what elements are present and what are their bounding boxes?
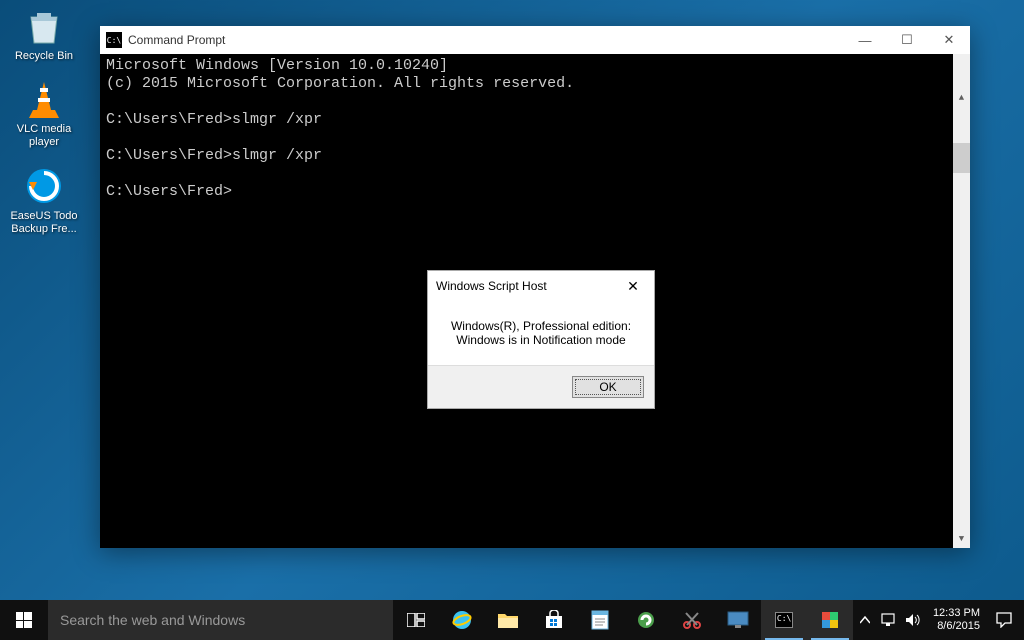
network-icon: [881, 613, 897, 627]
taskbar-clock[interactable]: 12:33 PM 8/6/2015: [925, 607, 988, 633]
dialog-footer: OK: [428, 365, 654, 408]
dialog-close-button[interactable]: ✕: [620, 273, 646, 299]
scroll-down-arrow-icon[interactable]: ▼: [953, 531, 970, 548]
task-view-button[interactable]: [393, 600, 439, 640]
search-input[interactable]: Search the web and Windows: [48, 600, 393, 640]
notification-icon: [996, 612, 1012, 628]
chevron-up-icon: [860, 616, 870, 624]
cmd-titlebar[interactable]: C:\ Command Prompt — ☐ ✕: [100, 26, 970, 54]
cmd-scrollbar[interactable]: ▲ ▼: [953, 54, 970, 548]
taskbar-app-explorer[interactable]: [485, 600, 531, 640]
dialog-title-text: Windows Script Host: [436, 279, 547, 293]
desktop-icons: Recycle Bin VLC media player EaseUS Todo…: [8, 5, 80, 236]
store-icon: [544, 610, 564, 630]
folder-icon: [497, 611, 519, 629]
cmd-app-icon: C:\: [106, 32, 122, 48]
scissors-icon: [682, 610, 702, 630]
task-view-icon: [407, 613, 425, 627]
taskbar-apps: C:\: [393, 600, 853, 640]
maximize-button[interactable]: ☐: [886, 26, 928, 54]
desktop-icon-label: EaseUS Todo Backup Fre...: [8, 210, 80, 236]
desktop-icon-vlc[interactable]: VLC media player: [8, 78, 80, 149]
scroll-up-arrow-icon[interactable]: ▲: [953, 90, 970, 107]
taskbar: Search the web and Windows C:\: [0, 600, 1024, 640]
notepad-icon: [591, 610, 609, 630]
cmd-title: Command Prompt: [128, 33, 225, 47]
start-button[interactable]: [0, 600, 48, 640]
taskbar-app-wsh[interactable]: [807, 600, 853, 640]
desktop-icon-easeus[interactable]: EaseUS Todo Backup Fre...: [8, 165, 80, 236]
clock-date: 8/6/2015: [933, 620, 980, 633]
desktop-icon-label: VLC media player: [8, 123, 80, 149]
cmd-icon: C:\: [775, 612, 793, 628]
taskbar-app-display[interactable]: [715, 600, 761, 640]
speaker-icon: [905, 613, 921, 627]
desktop-icon-label: Recycle Bin: [15, 50, 73, 63]
tray-show-hidden-icon[interactable]: [853, 600, 877, 640]
dialog-body: Windows(R), Professional edition: Window…: [428, 301, 654, 365]
scroll-thumb[interactable]: [953, 143, 970, 173]
minimize-button[interactable]: —: [844, 26, 886, 54]
action-center-button[interactable]: [988, 600, 1020, 640]
ie-icon: [451, 609, 473, 631]
search-placeholder: Search the web and Windows: [60, 612, 245, 628]
tray-network-icon[interactable]: [877, 600, 901, 640]
cmd-output: Microsoft Windows [Version 10.0.10240] (…: [106, 57, 574, 200]
speccy-icon: [636, 610, 656, 630]
taskbar-app-notepad[interactable]: [577, 600, 623, 640]
ok-button[interactable]: OK: [572, 376, 644, 398]
dialog-titlebar[interactable]: Windows Script Host ✕: [428, 271, 654, 301]
monitor-icon: [727, 611, 749, 629]
dialog-line1: Windows(R), Professional edition:: [442, 319, 640, 333]
dialog-line2: Windows is in Notification mode: [442, 333, 640, 347]
taskbar-app-speccy[interactable]: [623, 600, 669, 640]
taskbar-app-ie[interactable]: [439, 600, 485, 640]
system-tray: 12:33 PM 8/6/2015: [853, 600, 1024, 640]
taskbar-app-store[interactable]: [531, 600, 577, 640]
wsh-icon: [820, 610, 840, 630]
windows-script-host-dialog: Windows Script Host ✕ Windows(R), Profes…: [427, 270, 655, 409]
clock-time: 12:33 PM: [933, 607, 980, 620]
close-button[interactable]: ✕: [928, 26, 970, 54]
tray-volume-icon[interactable]: [901, 600, 925, 640]
taskbar-app-snipping[interactable]: [669, 600, 715, 640]
vlc-icon: [23, 78, 65, 120]
desktop-icon-recycle-bin[interactable]: Recycle Bin: [8, 5, 80, 63]
easeus-icon: [23, 165, 65, 207]
recycle-bin-icon: [23, 5, 65, 47]
taskbar-app-cmd[interactable]: C:\: [761, 600, 807, 640]
windows-logo-icon: [16, 612, 32, 628]
